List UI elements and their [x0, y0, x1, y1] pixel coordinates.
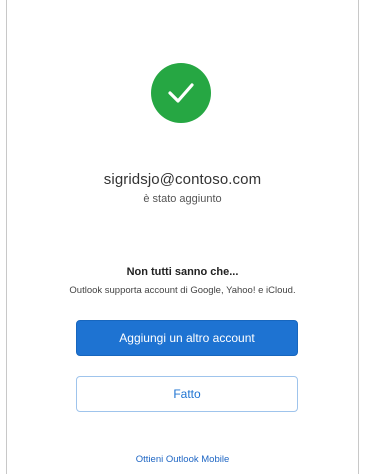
account-email: sigridsjo@contoso.com [103, 171, 262, 188]
check-icon [166, 81, 196, 105]
tip-title: Non tutti sanno che... [126, 266, 239, 278]
get-outlook-mobile-link[interactable]: Ottieni Outlook Mobile [7, 454, 358, 465]
tip-text: Outlook supporta account di Google, Yaho… [69, 285, 296, 296]
account-added-message: è stato aggiunto [143, 193, 222, 205]
account-added-dialog: sigridsjo@contoso.com è stato aggiunto N… [6, 0, 359, 474]
done-button[interactable]: Fatto [76, 376, 298, 412]
add-another-account-button[interactable]: Aggiungi un altro account [76, 320, 298, 356]
success-badge [151, 63, 211, 123]
